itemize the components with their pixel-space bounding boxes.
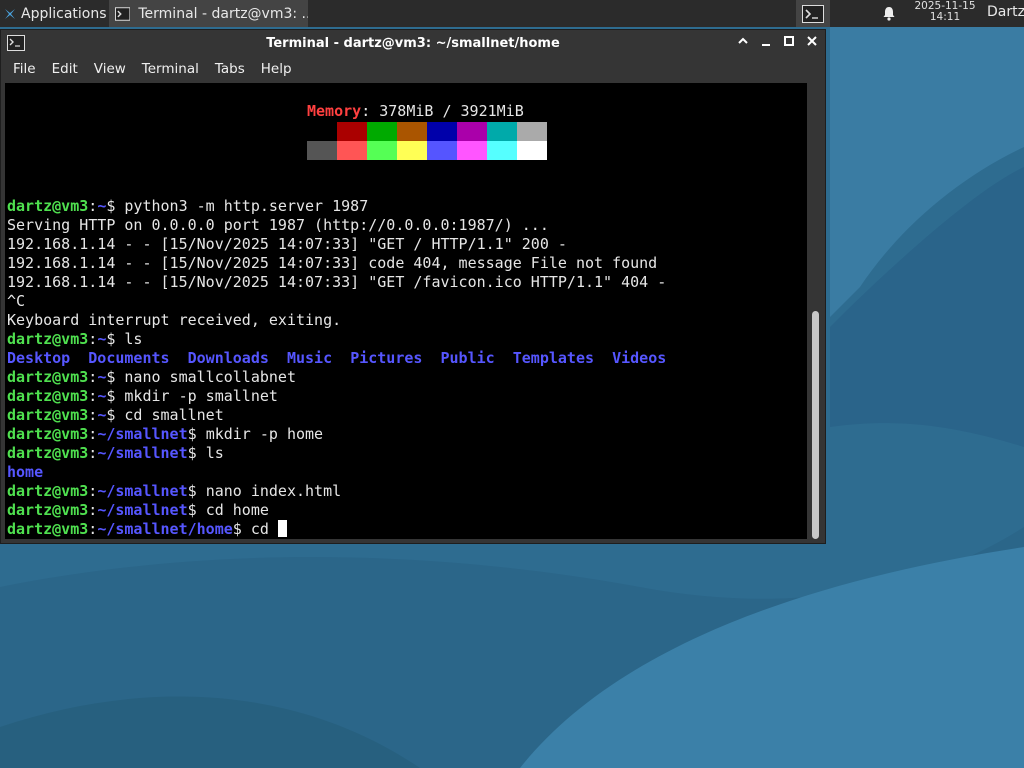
prompt: dartz@vm3:~/smallnet$: [7, 444, 206, 462]
dir-entry: Music: [286, 349, 333, 367]
menu-help[interactable]: Help: [245, 57, 292, 81]
scrollbar[interactable]: [809, 83, 825, 539]
applications-menu-button[interactable]: Applications: [0, 0, 107, 27]
command: cd home: [205, 501, 269, 519]
neofetch-blank-line: [7, 83, 16, 101]
taskbar-terminal-label: Terminal - dartz@vm3: ...: [138, 5, 308, 22]
color-swatch: [427, 141, 457, 160]
color-palette: [307, 122, 547, 160]
output-line: 192.168.1.14 - - [15/Nov/2025 14:07:33] …: [7, 235, 567, 253]
chevron-up-icon: [738, 37, 748, 44]
menu-view[interactable]: View: [78, 57, 126, 81]
color-swatch: [307, 122, 337, 141]
terminal-window: Terminal - dartz@vm3: ~/smallnet/home Fi…: [0, 29, 826, 544]
scrollbar-thumb[interactable]: [812, 311, 819, 539]
command: mkdir -p home: [205, 425, 324, 443]
dir-entry: home: [7, 463, 44, 481]
menu-terminal[interactable]: Terminal: [126, 57, 199, 81]
tray-terminal-launcher[interactable]: [796, 0, 830, 27]
minimize-icon: [762, 44, 770, 46]
dir-entry: Public: [440, 349, 495, 367]
color-swatch: [307, 141, 337, 160]
prompt: dartz@vm3:~$: [7, 368, 125, 386]
color-swatch: [337, 141, 367, 160]
top-panel: Applications Terminal - dartz@vm3: ... 2…: [0, 0, 1024, 27]
color-swatch: [517, 141, 547, 160]
dir-entry: Templates: [512, 349, 595, 367]
output-line: Keyboard interrupt received, exiting.: [7, 311, 342, 329]
memory-label: Memory: [307, 102, 362, 120]
maximize-icon: [784, 36, 794, 46]
clock-time: 14:11: [929, 11, 961, 23]
user-menu[interactable]: Dartz: [987, 0, 1024, 27]
output-line: 192.168.1.14 - - [15/Nov/2025 14:07:33] …: [7, 273, 667, 291]
command: nano index.html: [205, 482, 342, 500]
color-swatch: [367, 122, 397, 141]
color-swatch: [337, 122, 367, 141]
color-swatch: [487, 122, 517, 141]
applications-label: Applications: [21, 5, 107, 22]
dir-entry: Videos: [612, 349, 667, 367]
terminal-icon: [802, 4, 824, 23]
color-swatch: [457, 122, 487, 141]
output-line: ^C: [7, 292, 26, 310]
command: nano smallcollabnet: [124, 368, 296, 386]
window-title: Terminal - dartz@vm3: ~/smallnet/home: [266, 36, 560, 51]
taskbar-terminal-button[interactable]: Terminal - dartz@vm3: ...: [109, 0, 308, 27]
menu-tabs[interactable]: Tabs: [199, 57, 245, 81]
prompt: dartz@vm3:~$: [7, 406, 125, 424]
terminal-icon: [115, 6, 131, 21]
terminal-output[interactable]: Memory: 378MiB / 3921MiB dartz@vm3:~$ py…: [5, 83, 807, 539]
color-swatch: [517, 122, 547, 141]
color-swatch: [367, 141, 397, 160]
output-line: 192.168.1.14 - - [15/Nov/2025 14:07:33] …: [7, 254, 658, 272]
prompt: dartz@vm3:~$: [7, 197, 125, 215]
maximize-button[interactable]: [780, 34, 798, 52]
memory-value: : 378MiB / 3921MiB: [361, 102, 524, 120]
close-icon: [807, 36, 817, 46]
dir-entry: Pictures: [350, 349, 423, 367]
prompt: dartz@vm3:~$: [7, 387, 125, 405]
color-swatch: [397, 141, 427, 160]
command: python3 -m http.server 1987: [124, 197, 369, 215]
command: ls: [124, 330, 143, 348]
color-swatch: [457, 141, 487, 160]
dir-entry: Downloads: [187, 349, 269, 367]
menu-file[interactable]: File: [1, 57, 36, 81]
prompt: dartz@vm3:~/smallnet/home$: [7, 520, 251, 538]
command: mkdir -p smallnet: [124, 387, 278, 405]
command: cd smallnet: [124, 406, 224, 424]
menubar: File Edit View Terminal Tabs Help: [1, 57, 825, 81]
applications-icon: [5, 8, 15, 19]
prompt: dartz@vm3:~/smallnet$: [7, 501, 206, 519]
dir-entry: Documents: [88, 349, 170, 367]
window-titlebar[interactable]: Terminal - dartz@vm3: ~/smallnet/home: [1, 30, 825, 57]
prompt: dartz@vm3:~$: [7, 330, 125, 348]
prompt: dartz@vm3:~/smallnet$: [7, 482, 206, 500]
close-button[interactable]: [803, 34, 821, 52]
clock[interactable]: 2025-11-15 14:11: [908, 0, 982, 23]
output-line: Serving HTTP on 0.0.0.0 port 1987 (http:…: [7, 216, 549, 234]
dir-entry: Desktop: [7, 349, 71, 367]
command-input: cd: [250, 520, 278, 538]
color-swatch: [397, 122, 427, 141]
color-swatch: [427, 122, 457, 141]
prompt: dartz@vm3:~/smallnet$: [7, 425, 206, 443]
notification-bell-icon[interactable]: [882, 6, 896, 21]
text-cursor: [277, 520, 287, 537]
color-swatch: [487, 141, 517, 160]
minimize-button[interactable]: [757, 34, 775, 52]
shade-button[interactable]: [734, 34, 752, 52]
menu-edit[interactable]: Edit: [36, 57, 78, 81]
command: ls: [205, 444, 224, 462]
